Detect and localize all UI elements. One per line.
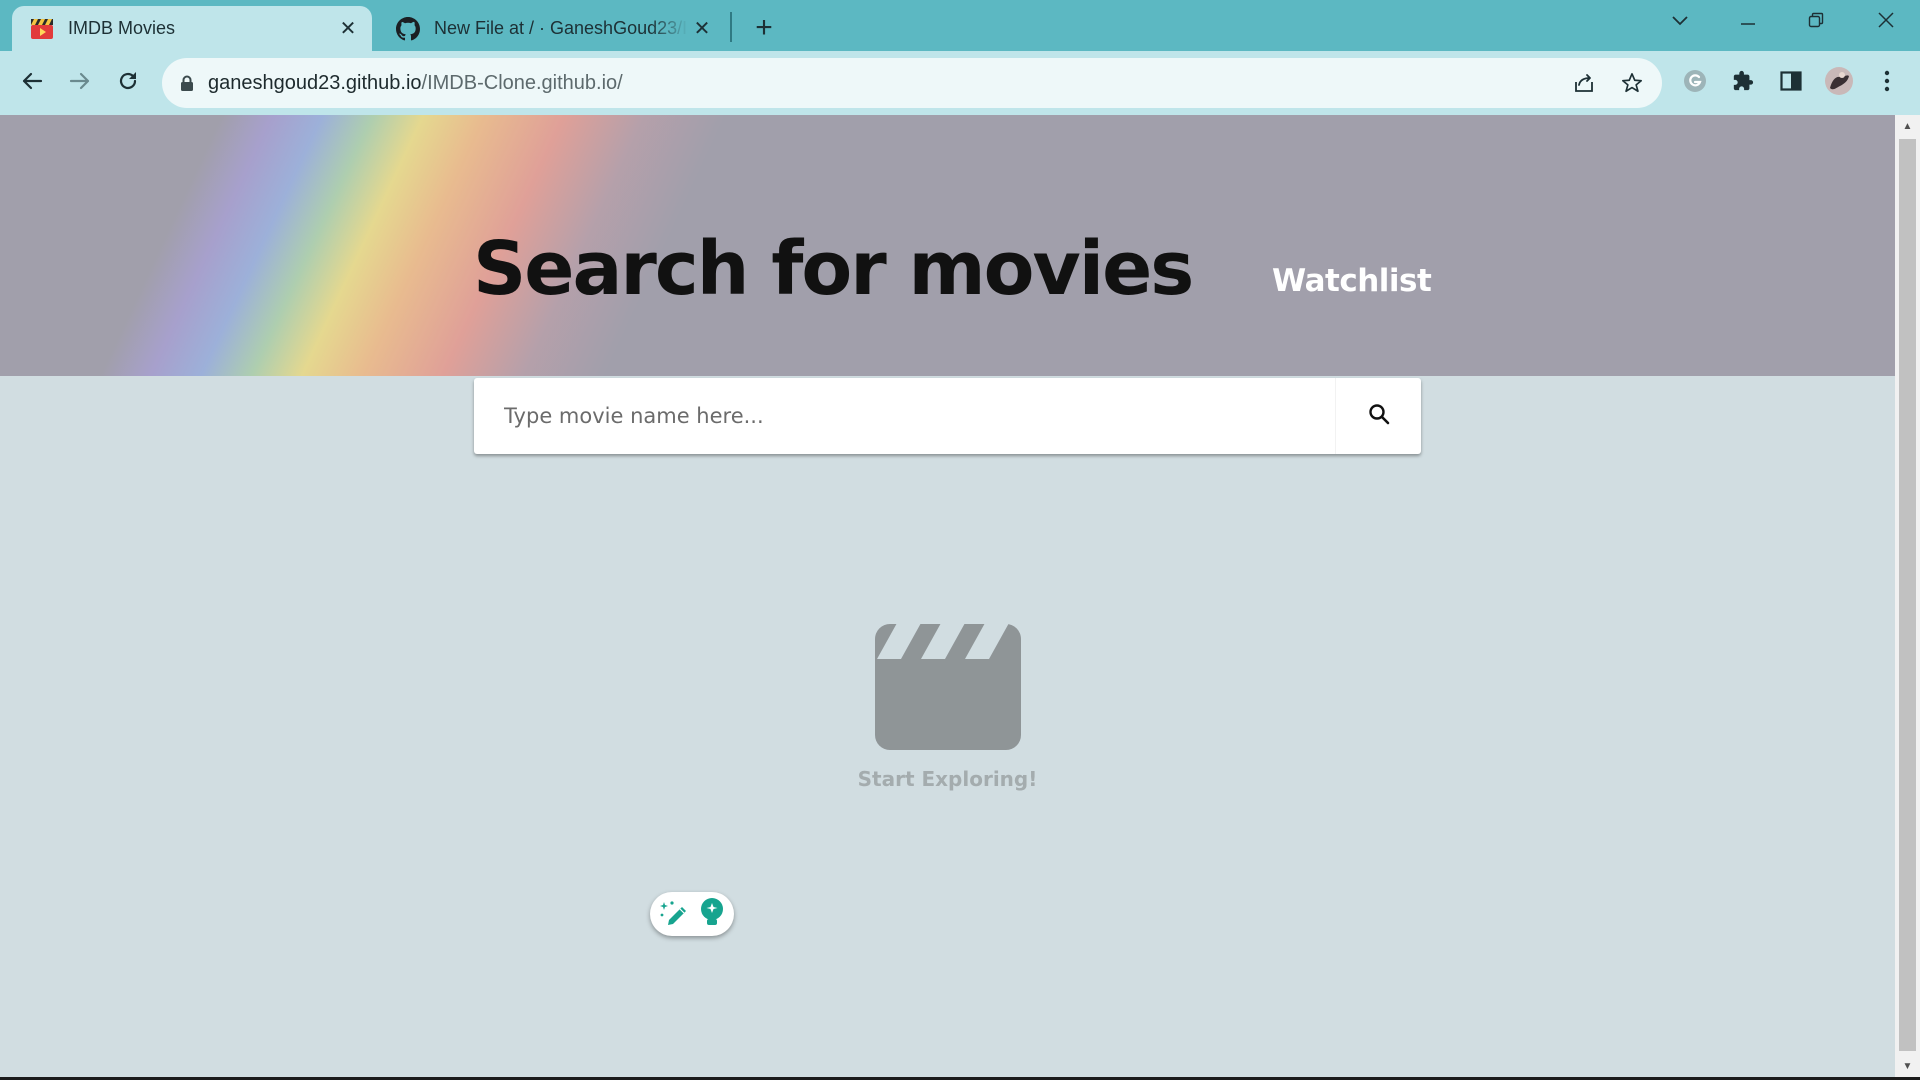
url-text: ganeshgoud23.github.io/IMDB-Clone.github… xyxy=(208,72,623,95)
watchlist-link[interactable]: Watchlist xyxy=(1272,263,1432,299)
share-icon[interactable] xyxy=(1568,67,1600,99)
arrow-right-icon xyxy=(69,70,91,97)
side-panel-button[interactable] xyxy=(1771,63,1811,103)
browser-tabstrip: IMDB Movies ✕ New File at / · GaneshGoud… xyxy=(0,0,1920,51)
chevron-down-icon xyxy=(1671,13,1689,31)
minimize-button[interactable] xyxy=(1720,0,1776,44)
url-host: ganeshgoud23.github.io xyxy=(208,71,422,94)
tab-close-icon[interactable]: ✕ xyxy=(688,15,716,43)
github-icon xyxy=(396,16,420,41)
minimize-icon xyxy=(1740,13,1756,31)
browser-toolbar: ganeshgoud23.github.io/IMDB-Clone.github… xyxy=(0,51,1920,115)
hero-banner: Search for movies Watchlist xyxy=(0,115,1895,376)
scroll-up-arrow-icon[interactable]: ▲ xyxy=(1895,115,1920,137)
clapperboard-icon xyxy=(874,623,1021,750)
tab-search-button[interactable] xyxy=(1652,0,1708,44)
puzzle-piece-icon xyxy=(1732,70,1754,97)
tab-title: New File at / · GaneshGoud23/IMDB-Clone.… xyxy=(434,18,688,38)
arrow-left-icon xyxy=(21,70,43,97)
tab-github-new-file[interactable]: New File at / · GaneshGoud23/IMDB-Clone.… xyxy=(378,6,726,51)
grammarly-extension-button[interactable] xyxy=(1675,63,1715,103)
search-input[interactable] xyxy=(474,378,1335,454)
empty-state: Start Exploring! xyxy=(855,623,1040,791)
grammarly-icon xyxy=(1683,69,1707,98)
tab-close-icon[interactable]: ✕ xyxy=(334,15,362,43)
avatar xyxy=(1824,66,1854,101)
url-path: /IMDB-Clone.github.io/ xyxy=(421,71,623,94)
reload-icon xyxy=(117,70,139,97)
new-tab-button[interactable]: + xyxy=(748,12,780,44)
lock-icon[interactable] xyxy=(180,75,194,92)
lightbulb-icon[interactable] xyxy=(699,897,725,932)
back-button[interactable] xyxy=(12,63,52,103)
side-panel-icon xyxy=(1780,70,1802,96)
forward-button[interactable] xyxy=(60,63,100,103)
restore-button[interactable] xyxy=(1788,0,1844,44)
profile-button[interactable] xyxy=(1819,63,1859,103)
page-title: Search for movies xyxy=(473,226,1194,312)
empty-state-text: Start Exploring! xyxy=(857,767,1038,791)
kebab-menu-icon xyxy=(1884,70,1890,97)
bookmark-star-icon[interactable] xyxy=(1616,67,1648,99)
tab-separator xyxy=(730,12,732,42)
browser-menu-button[interactable] xyxy=(1867,63,1907,103)
extension-floating-widget[interactable] xyxy=(650,892,734,936)
extensions-button[interactable] xyxy=(1723,63,1763,103)
clapperboard-icon xyxy=(30,17,54,41)
search-button[interactable] xyxy=(1335,378,1421,454)
scroll-down-arrow-icon[interactable]: ▼ xyxy=(1895,1055,1920,1077)
address-bar[interactable]: ganeshgoud23.github.io/IMDB-Clone.github… xyxy=(162,58,1662,108)
pencil-sparkle-icon[interactable] xyxy=(659,898,689,931)
close-icon xyxy=(1878,11,1894,33)
tab-title: IMDB Movies xyxy=(68,18,176,38)
reload-button[interactable] xyxy=(108,63,148,103)
scrollbar-thumb[interactable] xyxy=(1899,139,1916,1051)
search-icon xyxy=(1368,403,1390,430)
restore-icon xyxy=(1808,12,1824,33)
tab-imdb-movies[interactable]: IMDB Movies ✕ xyxy=(12,6,372,51)
search-bar xyxy=(474,378,1421,454)
page-scrollbar[interactable]: ▲ ▼ xyxy=(1895,115,1920,1077)
close-window-button[interactable] xyxy=(1858,0,1914,44)
page-viewport: Search for movies Watchlist Start Explor… xyxy=(0,115,1895,1077)
